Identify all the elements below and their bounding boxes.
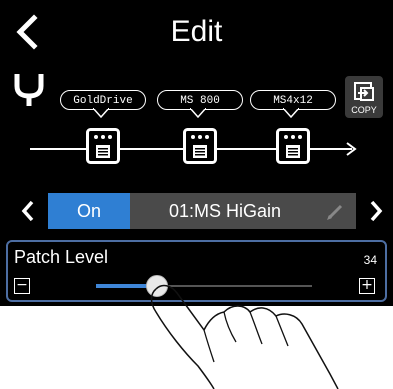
- copy-button[interactable]: COPY: [345, 76, 383, 118]
- patch-level-label: Patch Level: [14, 247, 109, 267]
- effect-slot-golddrive[interactable]: GoldDrive: [60, 90, 148, 168]
- increase-button[interactable]: +: [359, 278, 375, 294]
- copy-label: COPY: [351, 105, 377, 115]
- decrease-button[interactable]: −: [14, 278, 30, 294]
- patch-level-value: 34: [363, 253, 377, 267]
- effect-label: MS 800: [157, 90, 243, 110]
- prev-effect-button[interactable]: [16, 194, 40, 228]
- page-title: Edit: [170, 15, 223, 48]
- effect-label: GoldDrive: [60, 90, 146, 110]
- pedal-icon: [86, 128, 120, 164]
- effect-pointer: [190, 108, 206, 118]
- pencil-icon: [327, 204, 343, 220]
- tuning-fork-icon[interactable]: [12, 70, 46, 108]
- effect-name: 01:MS HiGain: [168, 201, 282, 221]
- pedal-icon: [183, 128, 217, 164]
- copy-icon: [354, 82, 374, 101]
- patch-level-slider[interactable]: [96, 275, 312, 297]
- next-effect-button[interactable]: [364, 194, 388, 228]
- effect-slot-ms4x12[interactable]: MS4x12: [250, 90, 338, 168]
- effect-label: MS4x12: [250, 90, 336, 110]
- effect-pointer: [93, 108, 109, 118]
- patch-level-panel: Patch Level 34 − +: [6, 240, 387, 302]
- effect-pointer: [283, 108, 299, 118]
- pedal-icon: [276, 128, 310, 164]
- edit-screen: Edit COPY GoldDrive MS 800 MS4x12 On 01:…: [0, 0, 393, 306]
- header: Edit: [0, 0, 393, 62]
- effect-slot-ms800[interactable]: MS 800: [157, 90, 245, 168]
- effect-on-off-toggle[interactable]: On: [48, 193, 130, 229]
- slider-knob[interactable]: [146, 275, 168, 297]
- effect-type-selector[interactable]: 01:MS HiGain: [130, 193, 356, 229]
- arrow-right-icon: [346, 142, 357, 156]
